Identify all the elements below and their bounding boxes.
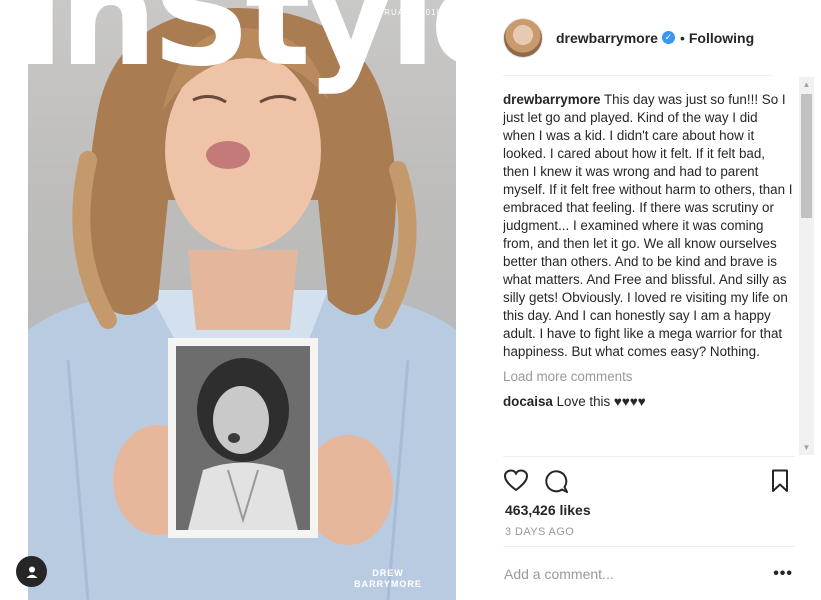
- post-photo[interactable]: InStyle FEBRUARY 2018 DREW BARRYMORE: [0, 0, 481, 600]
- comment-username[interactable]: docaisa: [503, 394, 553, 409]
- post-header: drewbarrymore ✓ • Following: [503, 0, 773, 76]
- cover-name-last: BARRYMORE: [354, 579, 422, 589]
- comment-text: Love this ♥♥♥♥: [556, 394, 646, 409]
- add-comment-bar: •••: [503, 546, 795, 600]
- list-item: docaisa Love this ♥♥♥♥: [503, 393, 793, 411]
- header-username[interactable]: drewbarrymore: [556, 30, 658, 46]
- header-separator: •: [679, 29, 685, 46]
- like-count[interactable]: 463,426 likes: [505, 502, 591, 518]
- avatar[interactable]: [503, 17, 543, 58]
- person-icon: [26, 566, 37, 578]
- bookmark-icon[interactable]: [767, 468, 793, 494]
- load-more-comments-button[interactable]: Load more comments: [503, 369, 793, 384]
- post-sidebar: drewbarrymore ✓ • Following drewbarrymor…: [481, 0, 821, 600]
- post-actions: 463,426 likes 3 DAYS AGO: [503, 456, 795, 546]
- caption-username[interactable]: drewbarrymore: [503, 92, 601, 107]
- post-timestamp[interactable]: 3 DAYS AGO: [505, 526, 574, 538]
- comments-list[interactable]: drewbarrymore This day was just so fun!!…: [503, 77, 793, 455]
- caption-text: This day was just so fun!!! So I just le…: [503, 92, 793, 359]
- verified-badge-icon: ✓: [661, 31, 675, 44]
- comment-input[interactable]: [503, 565, 774, 582]
- magazine-cover: InStyle FEBRUARY 2018 DREW BARRYMORE: [28, 0, 456, 600]
- comment-bubble-icon[interactable]: [543, 468, 569, 494]
- comments-scrollbar[interactable]: ▲ ▼: [799, 77, 814, 455]
- scroll-thumb[interactable]: [801, 94, 812, 218]
- cover-name-first: DREW: [372, 568, 404, 578]
- caption: drewbarrymore This day was just so fun!!…: [503, 91, 793, 361]
- issue-date: FEBRUARY 2018: [365, 8, 442, 17]
- cover-name: DREW BARRYMORE: [348, 568, 428, 590]
- scroll-up-arrow-icon[interactable]: ▲: [799, 77, 814, 92]
- heart-icon[interactable]: [503, 468, 529, 494]
- following-button[interactable]: Following: [689, 30, 754, 46]
- scroll-down-arrow-icon[interactable]: ▼: [799, 440, 814, 455]
- user-tag-button[interactable]: [16, 556, 47, 587]
- more-options-button[interactable]: •••: [773, 565, 793, 583]
